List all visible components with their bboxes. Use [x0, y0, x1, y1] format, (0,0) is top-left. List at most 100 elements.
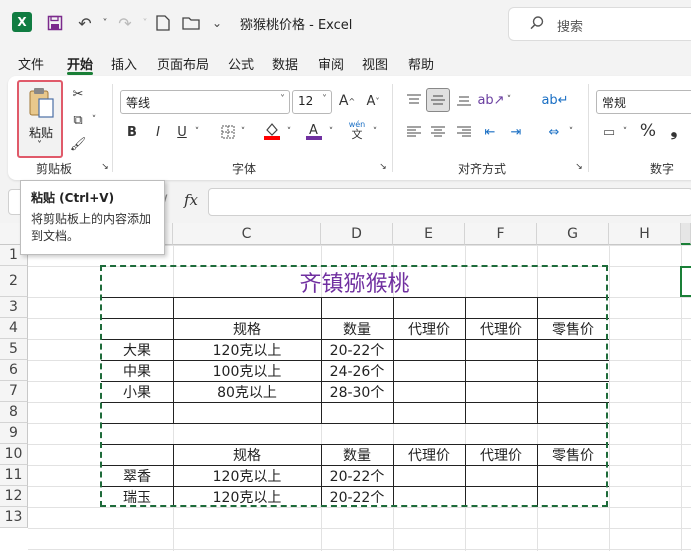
merge-dropdown-icon[interactable]: ˅	[566, 122, 576, 142]
new-file-icon[interactable]	[152, 12, 174, 34]
redo-icon[interactable]: ↷	[114, 12, 136, 34]
undo-icon[interactable]: ↶	[74, 12, 96, 34]
tab-insert[interactable]: 插入	[111, 54, 137, 73]
tab-review[interactable]: 审阅	[318, 54, 344, 73]
font-launcher-icon[interactable]: ↘	[378, 162, 388, 172]
align-middle-icon[interactable]	[426, 88, 450, 112]
increase-indent-icon[interactable]: ⇥	[506, 122, 526, 142]
accounting-format-icon[interactable]: ▭	[598, 122, 620, 142]
gridline	[28, 507, 691, 508]
row-header[interactable]: 12	[0, 486, 28, 507]
open-folder-icon[interactable]	[180, 12, 202, 34]
formula-input[interactable]	[208, 188, 691, 216]
column-header-g[interactable]: G	[537, 223, 609, 245]
font-group-label: 字体	[232, 162, 257, 176]
save-icon[interactable]	[44, 12, 66, 34]
insert-function-button[interactable]: fx	[184, 191, 198, 209]
phonetic-guide-button[interactable]: wén 文	[346, 118, 368, 142]
font-name-select[interactable]: 等线 ˅	[120, 90, 290, 114]
copy-marquee	[100, 265, 608, 507]
font-name-value: 等线	[126, 96, 151, 110]
search-input[interactable]: 搜索	[508, 7, 691, 41]
number-format-value: 常规	[602, 96, 627, 110]
column-header-i[interactable]	[681, 223, 691, 245]
divider	[112, 84, 113, 172]
shrink-font-button[interactable]: A ˅	[364, 90, 382, 112]
clipboard-launcher-icon[interactable]: ↘	[100, 162, 110, 172]
row-header[interactable]: 9	[0, 423, 28, 444]
format-painter-icon[interactable]: 🖌	[68, 134, 88, 154]
tab-help[interactable]: 帮助	[408, 54, 434, 73]
align-top-icon[interactable]	[404, 90, 424, 110]
underline-dropdown-icon[interactable]: ˅	[192, 122, 202, 142]
excel-logo-icon: X	[12, 12, 32, 32]
column-header-d[interactable]: D	[321, 223, 393, 245]
font-size-select[interactable]: 12 ˅	[292, 90, 332, 114]
align-right-icon[interactable]	[454, 122, 474, 142]
align-bottom-icon[interactable]	[454, 90, 474, 110]
row-header[interactable]: 13	[0, 507, 28, 528]
fill-color-icon[interactable]	[262, 120, 282, 142]
tab-file[interactable]: 文件	[18, 54, 44, 73]
menu-bar: 文件 开始 插入 页面布局 公式 数据 审阅 视图 帮助	[0, 50, 691, 76]
row-header[interactable]: 3	[0, 297, 28, 318]
row-header[interactable]: 7	[0, 381, 28, 402]
search-placeholder: 搜索	[557, 20, 584, 35]
tooltip-title: 粘贴 (Ctrl+V)	[31, 191, 115, 205]
tab-home[interactable]: 开始	[67, 54, 93, 73]
column-header-e[interactable]: E	[393, 223, 465, 245]
gridline	[28, 549, 691, 550]
row-header[interactable]: 10	[0, 444, 28, 465]
fill-color-dropdown-icon[interactable]: ˅	[284, 122, 294, 142]
font-color-dropdown-icon[interactable]: ˅	[326, 122, 336, 142]
align-center-icon[interactable]	[428, 122, 448, 142]
wrap-text-icon[interactable]: ab↵	[541, 90, 568, 110]
percent-style-button[interactable]: %	[638, 120, 658, 142]
divider	[392, 84, 393, 172]
tab-view[interactable]: 视图	[362, 54, 388, 73]
tab-page-layout[interactable]: 页面布局	[157, 54, 209, 73]
grow-font-button[interactable]: A ^	[338, 90, 356, 112]
tab-data[interactable]: 数据	[272, 54, 298, 73]
column-header-f[interactable]: F	[465, 223, 537, 245]
copy-dropdown-icon[interactable]: ˅	[88, 110, 100, 130]
chevron-down-icon: ˅	[280, 94, 285, 105]
italic-button[interactable]: I	[150, 122, 166, 142]
merge-center-icon[interactable]: ⇔	[544, 122, 564, 142]
underline-button[interactable]: U	[174, 122, 190, 142]
copy-icon[interactable]: ⧉	[68, 110, 88, 130]
row-header[interactable]: 4	[0, 318, 28, 339]
phonetic-dropdown-icon[interactable]: ˅	[370, 122, 380, 142]
cut-icon[interactable]: ✂	[68, 84, 88, 104]
row-header[interactable]: 8	[0, 402, 28, 423]
column-header-c[interactable]: C	[173, 223, 321, 245]
column-header-h[interactable]: H	[609, 223, 681, 245]
bold-button[interactable]: B	[124, 122, 140, 142]
row-header[interactable]: 2	[0, 266, 28, 297]
border-icon[interactable]	[218, 122, 238, 142]
orientation-icon[interactable]: ab↗	[477, 90, 504, 110]
tab-formulas[interactable]: 公式	[228, 54, 254, 73]
active-tab-indicator	[67, 72, 93, 75]
alignment-launcher-icon[interactable]: ↘	[574, 162, 584, 172]
divider	[588, 84, 589, 172]
row-header[interactable]: 5	[0, 339, 28, 360]
document-title: 猕猴桃价格 - Excel	[240, 18, 353, 33]
border-dropdown-icon[interactable]: ˅	[238, 122, 248, 142]
chevron-down-icon: ˅	[37, 140, 42, 151]
number-format-select[interactable]: 常规	[596, 90, 691, 114]
active-cell-indicator	[680, 266, 691, 297]
chevron-down-icon: ˅	[322, 94, 327, 105]
paste-button[interactable]: 粘贴 ˅	[17, 80, 63, 158]
comma-style-button[interactable]: ❟	[664, 120, 684, 142]
align-left-icon[interactable]	[404, 122, 424, 142]
orientation-dropdown-icon[interactable]: ˅	[504, 90, 514, 110]
font-color-icon[interactable]: A	[304, 120, 324, 142]
undo-dropdown-icon[interactable]: ˅	[94, 12, 116, 34]
row-header[interactable]: 11	[0, 465, 28, 486]
font-size-value: 12	[298, 94, 314, 108]
customize-toolbar-icon[interactable]: ⌄	[206, 12, 228, 34]
row-header[interactable]: 6	[0, 360, 28, 381]
accounting-dropdown-icon[interactable]: ˅	[620, 122, 630, 142]
decrease-indent-icon[interactable]: ⇤	[480, 122, 500, 142]
